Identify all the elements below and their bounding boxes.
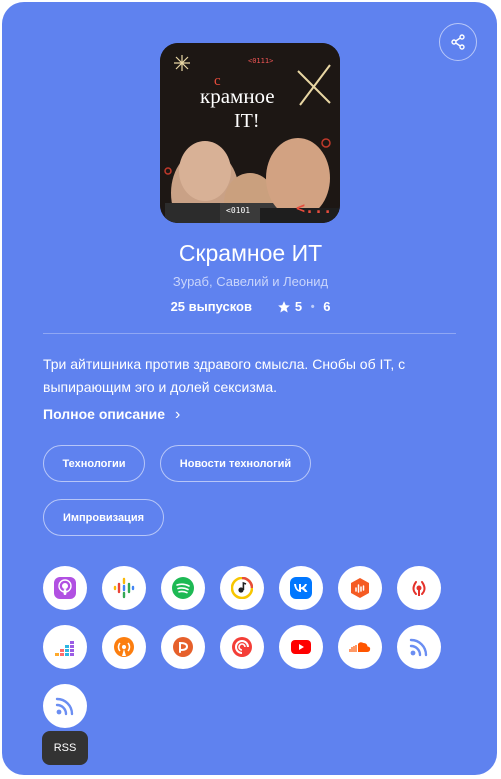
overcast-button[interactable]	[102, 625, 146, 669]
tag-technology[interactable]: Технологии	[43, 445, 145, 482]
podcast-cover: <0111> с крамное IT! <0101 <...	[160, 43, 340, 223]
episode-count: 25 выпусков	[170, 299, 252, 315]
vk-icon	[290, 577, 312, 599]
cover-code-arrow: <...	[296, 199, 332, 217]
tag-tech-news[interactable]: Новости технологий	[160, 445, 311, 482]
vk-button[interactable]	[279, 566, 323, 610]
castbox-icon	[351, 578, 369, 598]
castbox-button[interactable]	[338, 566, 382, 610]
rss-button[interactable]	[43, 684, 87, 728]
overcast-icon	[114, 637, 134, 657]
share-icon	[451, 34, 465, 50]
google-podcasts-icon	[113, 577, 135, 599]
rating-value: 5	[294, 299, 303, 315]
cover-code-bottom: <0101	[226, 206, 250, 215]
deezer-icon	[55, 641, 74, 656]
tag-improvisation[interactable]: Импровизация	[43, 499, 164, 536]
rating-count: 6	[323, 299, 331, 315]
podcast-addict-button[interactable]	[397, 566, 441, 610]
soundcloud-button[interactable]	[338, 625, 382, 669]
full-description-link[interactable]: Полное описание ›	[43, 406, 180, 424]
podcast-title: Скрамное ИТ	[178, 240, 323, 266]
pocket-casts-icon	[232, 637, 252, 657]
apple-podcasts-button[interactable]	[43, 566, 87, 610]
star-icon	[278, 300, 291, 313]
rss-feed-button[interactable]	[397, 625, 441, 669]
podcast-description: Три айтишника против здравого смысла. Сн…	[43, 356, 406, 395]
cover-title-line1: крамное	[200, 84, 275, 108]
pocket-casts-button[interactable]	[220, 625, 264, 669]
player-fm-icon	[173, 637, 193, 657]
spotify-button[interactable]	[161, 566, 205, 610]
google-podcasts-button[interactable]	[102, 566, 146, 610]
youtube-icon	[291, 640, 311, 654]
deezer-button[interactable]	[43, 625, 87, 669]
podcast-stats: 25 выпусков 5 • 6	[0, 298, 501, 314]
podcast-addict-icon	[412, 581, 426, 596]
rss-icon	[55, 697, 74, 716]
rss-tooltip: RSS	[42, 731, 88, 765]
youtube-button[interactable]	[279, 625, 323, 669]
soundcloud-icon	[349, 642, 371, 652]
spotify-icon	[172, 577, 194, 599]
apple-podcasts-icon	[54, 577, 76, 599]
full-description-label: Полное описание	[43, 406, 166, 422]
share-button[interactable]	[439, 23, 477, 61]
chevron-right-icon: ›	[174, 406, 181, 423]
yandex-music-button[interactable]	[220, 566, 264, 610]
rss-feed-icon	[409, 638, 428, 657]
yandex-music-icon	[231, 577, 253, 599]
cover-title-line2: IT!	[234, 110, 260, 132]
podcast-authors: Зураб, Савелий и Леонид	[172, 274, 329, 289]
player-fm-button[interactable]	[161, 625, 205, 669]
rating-separator: •	[310, 300, 315, 313]
cover-code-top: <0111>	[248, 57, 273, 65]
divider	[43, 333, 456, 334]
